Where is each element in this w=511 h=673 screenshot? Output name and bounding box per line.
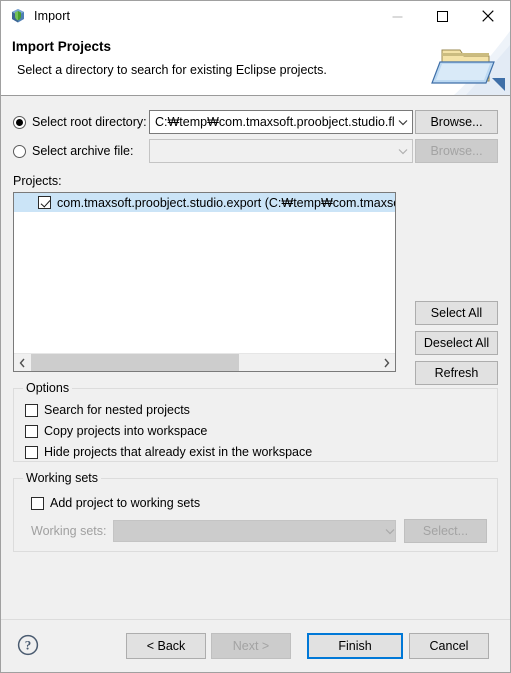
select-root-directory-radio[interactable] (13, 115, 26, 129)
projects-list-items: com.tmaxsoft.proobject.studio.export (C:… (14, 193, 395, 353)
select-root-directory-label: Select root directory: (32, 115, 147, 129)
select-all-button[interactable]: Select All (415, 301, 498, 325)
project-label: com.tmaxsoft.proobject.studio.export (C:… (57, 195, 395, 210)
deselect-all-button[interactable]: Deselect All (415, 331, 498, 355)
chevron-down-icon (394, 140, 412, 162)
select-archive-file-label: Select archive file: (32, 144, 134, 158)
dialog-body: Select root directory: C:₩temp₩com.tmaxs… (1, 96, 510, 619)
help-icon[interactable]: ? (17, 634, 39, 656)
copy-projects-into-workspace-checkbox[interactable] (25, 424, 38, 438)
options-group-title: Options (23, 381, 73, 395)
page-description: Select a directory to search for existin… (17, 63, 327, 77)
projects-list[interactable]: com.tmaxsoft.proobject.studio.export (C:… (13, 192, 396, 372)
chevron-left-icon[interactable] (14, 354, 31, 371)
window-title: Import (34, 9, 71, 23)
svg-text:?: ? (25, 638, 32, 653)
refresh-button[interactable]: Refresh (415, 361, 498, 385)
add-project-to-working-sets-row[interactable]: Add project to working sets (31, 494, 200, 512)
wizard-header: Import Projects Select a directory to se… (1, 31, 510, 96)
dialog-footer: ? < Back Next > Finish Cancel (1, 619, 510, 672)
search-nested-projects-row[interactable]: Search for nested projects (25, 401, 190, 419)
chevron-right-icon[interactable] (378, 354, 395, 371)
working-sets-combo (112, 520, 396, 542)
working-sets-group: Working sets Add project to working sets… (13, 471, 498, 552)
working-sets-combo-label: Working sets: (31, 524, 107, 538)
search-nested-projects-label: Search for nested projects (44, 403, 190, 417)
cancel-button[interactable]: Cancel (409, 633, 489, 659)
title-bar: Import (1, 1, 510, 31)
maximize-icon[interactable] (420, 1, 465, 31)
minimize-icon[interactable] (375, 1, 420, 31)
browse-archive-file-button: Browse... (415, 139, 498, 163)
working-sets-group-title: Working sets (23, 471, 102, 485)
add-project-to-working-sets-checkbox[interactable] (31, 496, 44, 510)
eclipse-import-cube-icon (10, 8, 26, 24)
add-project-to-working-sets-label: Add project to working sets (50, 496, 201, 510)
root-directory-combo[interactable]: C:₩temp₩com.tmaxsoft.proobject.studio.fl (149, 110, 413, 134)
root-directory-value: C:₩temp₩com.tmaxsoft.proobject.studio.fl (155, 115, 394, 129)
chevron-down-icon (385, 528, 395, 535)
options-group: Options Search for nested projects Copy … (13, 381, 498, 462)
copy-projects-into-workspace-label: Copy projects into workspace (44, 424, 208, 438)
copy-projects-into-workspace-row[interactable]: Copy projects into workspace (25, 422, 207, 440)
archive-file-combo (149, 139, 413, 163)
open-folder-icon (420, 31, 510, 95)
window-controls (375, 1, 510, 31)
next-button: Next > (211, 633, 291, 659)
hide-existing-projects-row[interactable]: Hide projects that already exist in the … (25, 443, 312, 461)
list-item[interactable]: com.tmaxsoft.proobject.studio.export (C:… (14, 193, 395, 212)
finish-button[interactable]: Finish (307, 633, 403, 659)
hide-existing-projects-label: Hide projects that already exist in the … (44, 445, 313, 459)
close-icon[interactable] (465, 1, 510, 31)
scrollbar-track[interactable] (31, 354, 378, 371)
working-sets-row: Working sets: Select... (31, 519, 487, 543)
horizontal-scrollbar[interactable] (14, 353, 395, 371)
chevron-down-icon[interactable] (394, 111, 412, 133)
select-archive-file-radio[interactable] (13, 144, 26, 158)
search-nested-projects-checkbox[interactable] (25, 403, 38, 417)
project-checkbox[interactable] (38, 196, 51, 209)
projects-label: Projects: (13, 174, 62, 188)
browse-root-directory-button[interactable]: Browse... (415, 110, 498, 134)
page-title: Import Projects (12, 39, 112, 54)
import-projects-dialog: Import Import Projects Select a director… (0, 0, 511, 673)
scrollbar-thumb[interactable] (31, 354, 240, 371)
hide-existing-projects-checkbox[interactable] (25, 445, 38, 459)
working-sets-select-button: Select... (404, 519, 487, 543)
back-button[interactable]: < Back (126, 633, 206, 659)
